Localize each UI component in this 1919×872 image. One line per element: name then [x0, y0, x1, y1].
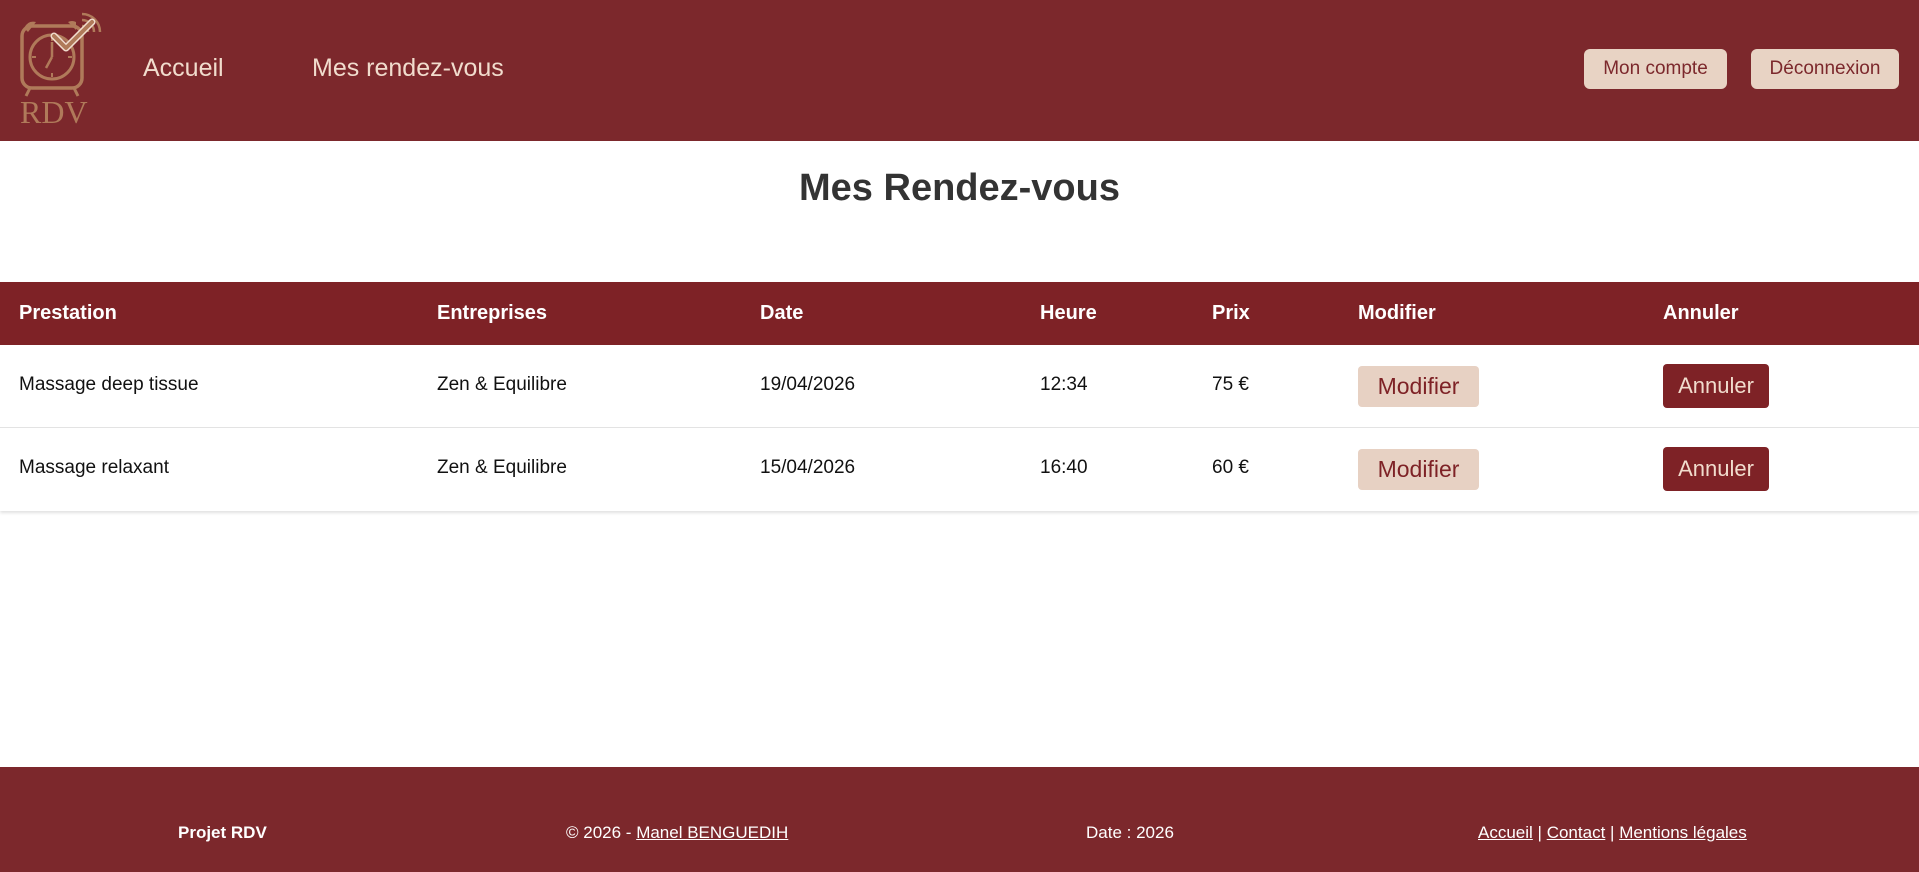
footer-links: Accueil | Contact | Mentions légales [1478, 821, 1747, 845]
cancel-button[interactable]: Annuler [1663, 364, 1769, 408]
column-header-date: Date [760, 302, 804, 324]
cell-prix: 60 € [1212, 457, 1249, 478]
table-row: Massage relaxant Zen & Equilibre 15/04/2… [0, 428, 1919, 511]
appointments-table: Prestation Entreprises Date Heure Prix M… [0, 282, 1919, 511]
column-header-entreprises: Entreprises [437, 302, 548, 324]
footer-author-link[interactable]: Manel BENGUEDIH [636, 823, 788, 842]
footer-separator: | [1537, 823, 1542, 842]
cell-entreprise: Zen & Equilibre [437, 374, 567, 395]
footer-copyright: © 2026 - Manel BENGUEDIH [566, 821, 788, 845]
cell-date: 15/04/2026 [760, 457, 856, 478]
table-row: Massage deep tissue Zen & Equilibre 19/0… [0, 345, 1919, 428]
modify-button[interactable]: Modifier [1358, 366, 1479, 407]
column-header-prestation: Prestation [19, 302, 117, 324]
logout-button[interactable]: Déconnexion [1751, 49, 1899, 89]
footer-date: Date : 2026 [1086, 823, 1174, 842]
alarm-clock-checkmark-icon [20, 12, 102, 97]
cell-prestation: Massage relaxant [19, 457, 169, 478]
site-logo[interactable]: RDV [18, 10, 102, 128]
column-header-prix: Prix [1212, 302, 1250, 324]
cancel-button[interactable]: Annuler [1663, 447, 1769, 491]
cell-prestation: Massage deep tissue [19, 374, 199, 395]
footer-link-home[interactable]: Accueil [1478, 823, 1533, 842]
site-footer: Projet RDV © 2026 - Manel BENGUEDIH Date… [0, 767, 1919, 872]
footer-link-contact[interactable]: Contact [1547, 823, 1606, 842]
footer-link-legal[interactable]: Mentions légales [1619, 823, 1747, 842]
cell-entreprise: Zen & Equilibre [437, 457, 567, 478]
column-header-heure: Heure [1040, 302, 1097, 324]
column-header-modifier: Modifier [1358, 302, 1436, 324]
footer-project-name: Projet RDV [178, 823, 267, 842]
logo-text: RDV [20, 94, 88, 130]
cell-heure: 16:40 [1040, 457, 1088, 478]
site-header: RDV Accueil Mes rendez-vous Mon compte D… [0, 0, 1919, 141]
table-header: Prestation Entreprises Date Heure Prix M… [0, 282, 1919, 345]
column-header-annuler: Annuler [1663, 302, 1739, 324]
modify-button[interactable]: Modifier [1358, 449, 1479, 490]
footer-copyright-prefix: © 2026 - [566, 823, 637, 842]
cell-date: 19/04/2026 [760, 374, 856, 395]
page-title: Mes Rendez-vous [799, 167, 1120, 209]
cell-prix: 75 € [1212, 374, 1249, 395]
nav-link-home[interactable]: Accueil [143, 52, 224, 84]
nav-link-appointments[interactable]: Mes rendez-vous [312, 52, 504, 84]
footer-separator: | [1610, 823, 1615, 842]
account-button[interactable]: Mon compte [1584, 49, 1727, 89]
cell-heure: 12:34 [1040, 374, 1088, 395]
